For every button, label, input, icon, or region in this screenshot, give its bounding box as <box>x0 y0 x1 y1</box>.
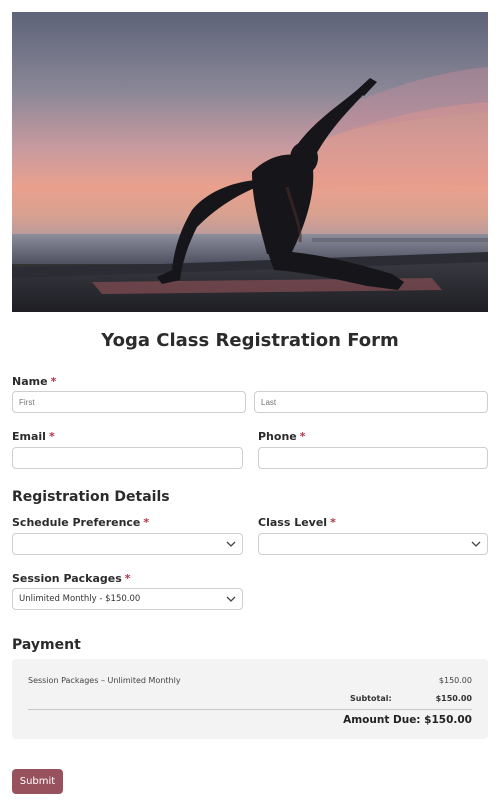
email-label-text: Email <box>12 430 46 443</box>
schedule-label-text: Schedule Preference <box>12 516 141 529</box>
name-label: Name * <box>12 375 56 388</box>
required-mark: * <box>299 430 306 443</box>
chevron-down-icon <box>226 541 236 547</box>
last-name-input[interactable] <box>254 391 488 413</box>
required-mark: * <box>143 516 150 529</box>
payment-title: Payment <box>12 637 81 653</box>
amount-due: Amount Due: $150.00 <box>343 714 472 726</box>
hero-image <box>12 12 488 312</box>
class-level-label: Class Level * <box>258 516 336 529</box>
required-mark: * <box>330 516 336 529</box>
session-packages-label-text: Session Packages <box>12 572 122 585</box>
class-level-label-text: Class Level <box>258 516 328 529</box>
schedule-label: Schedule Preference * <box>12 516 149 529</box>
email-label: Email * <box>12 430 55 443</box>
name-label-text: Name <box>12 375 48 388</box>
registration-details-title: Registration Details <box>12 489 170 505</box>
first-name-input[interactable] <box>12 391 246 413</box>
yoga-sunset-illustration <box>12 12 488 312</box>
session-packages-select[interactable]: Unlimited Monthly - $150.00 <box>12 588 243 610</box>
chevron-down-icon <box>226 596 236 602</box>
payment-summary: Session Packages – Unlimited Monthly $15… <box>12 659 488 739</box>
subtotal-label: Subtotal: <box>350 694 392 703</box>
phone-label-text: Phone <box>258 430 297 443</box>
email-input[interactable] <box>12 447 243 469</box>
required-mark: * <box>50 375 57 388</box>
subtotal-value: $150.00 <box>435 694 472 703</box>
required-mark: * <box>48 430 55 443</box>
form-title: Yoga Class Registration Form <box>101 330 399 351</box>
session-packages-label: Session Packages * <box>12 572 131 585</box>
payment-item-price: $150.00 <box>438 676 472 685</box>
session-packages-select-value: Unlimited Monthly - $150.00 <box>19 594 141 604</box>
class-level-select[interactable] <box>258 533 488 555</box>
phone-input[interactable] <box>258 447 488 469</box>
required-mark: * <box>124 572 131 585</box>
chevron-down-icon <box>471 541 481 547</box>
schedule-select[interactable] <box>12 533 243 555</box>
payment-divider <box>28 709 472 710</box>
submit-button[interactable]: Submit <box>12 769 63 794</box>
phone-label: Phone * <box>258 430 306 443</box>
payment-item-label: Session Packages – Unlimited Monthly <box>28 676 181 685</box>
